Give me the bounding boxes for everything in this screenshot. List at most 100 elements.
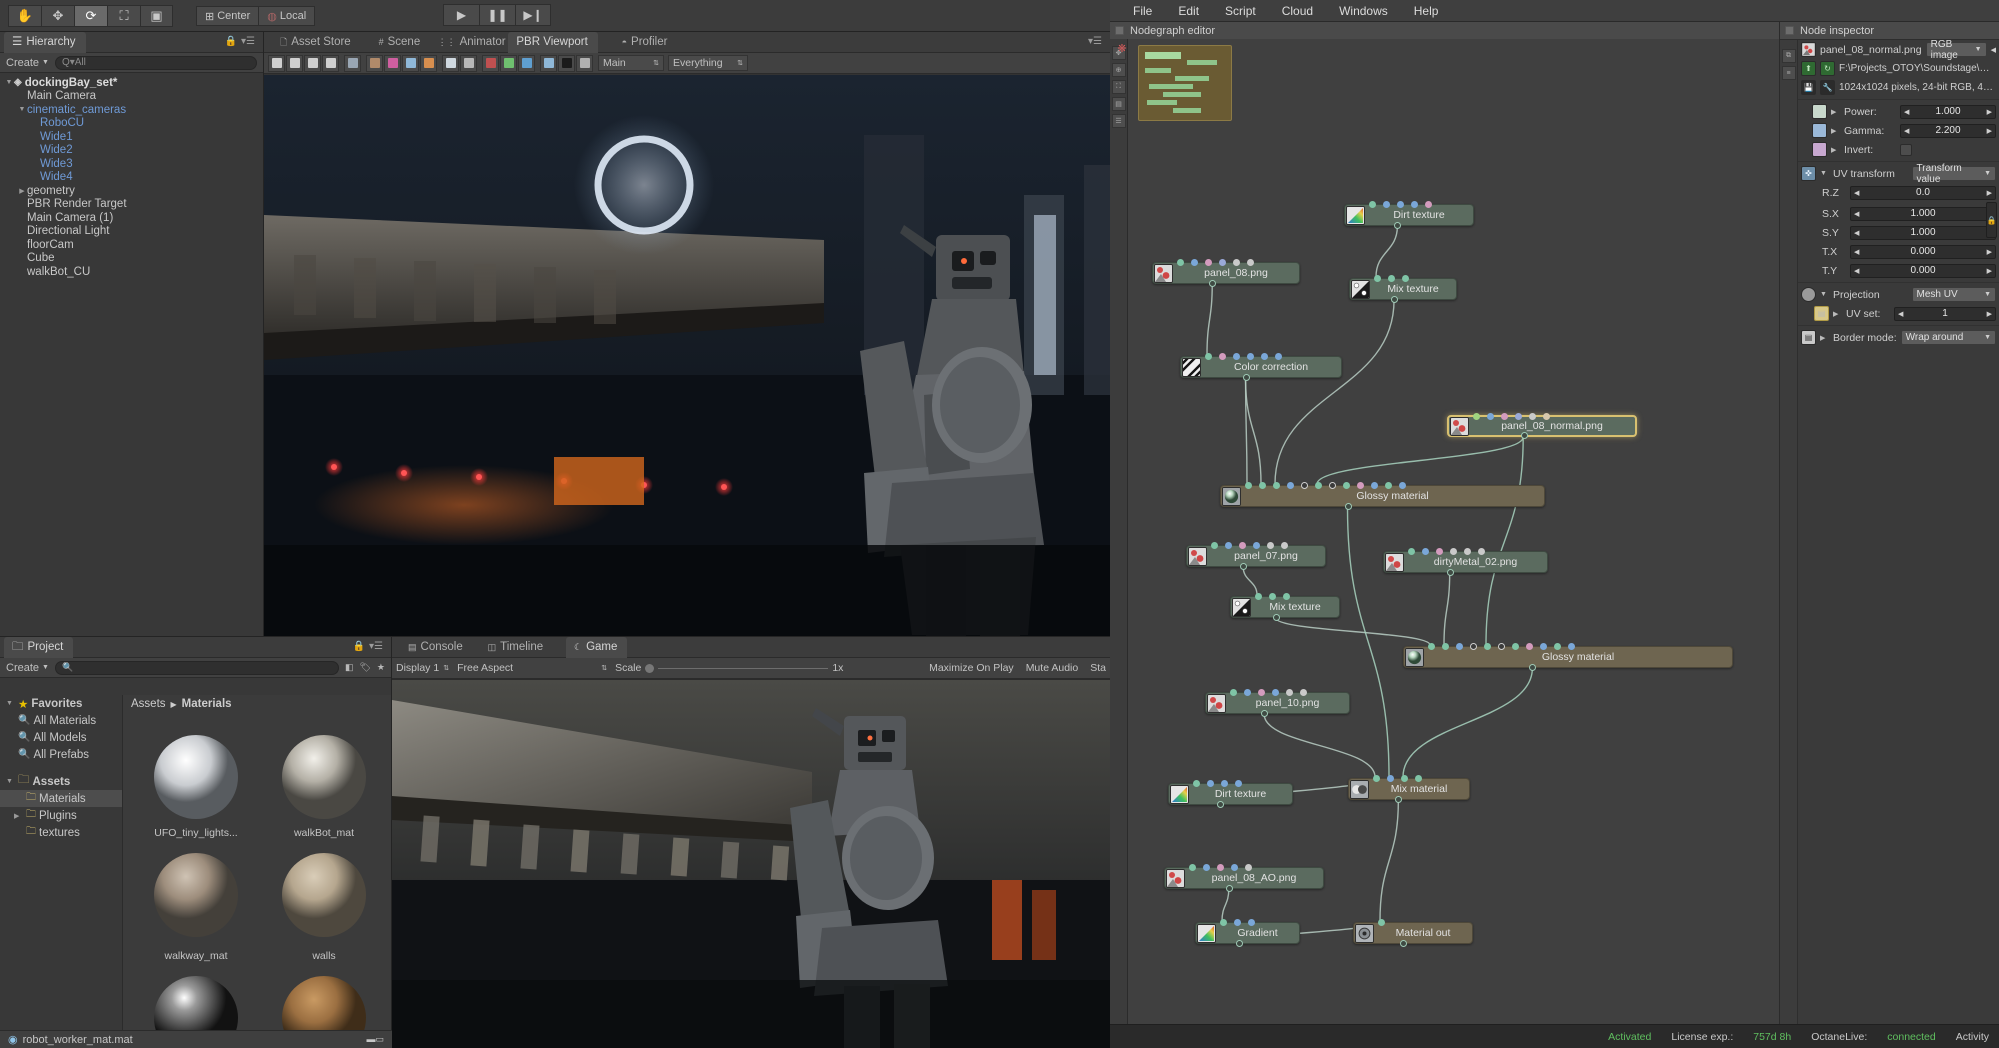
node-pin[interactable] (1450, 548, 1457, 555)
layer-dropdown[interactable]: Main ⇅ (598, 55, 664, 71)
asset-item[interactable]: walls (267, 842, 381, 965)
menu-cloud[interactable]: Cloud (1269, 0, 1326, 22)
node-pin[interactable] (1219, 353, 1226, 360)
uv-field-spinner[interactable]: ◀1.000▶ (1850, 206, 1996, 221)
node-dirt2[interactable]: Dirt texture (1168, 780, 1293, 808)
asset-item[interactable]: UFO_tiny_lights... (139, 719, 253, 842)
tab-profiler[interactable]: ◓ Profiler (614, 32, 678, 53)
increment-icon[interactable]: ▶ (1987, 248, 1992, 256)
node-pin[interactable] (1193, 780, 1200, 787)
grid2-icon[interactable] (460, 54, 477, 72)
uv-set-spinner[interactable]: ◀ 1 ▶ (1894, 306, 1996, 321)
pause-icon[interactable] (304, 54, 321, 72)
node-pin[interactable] (1287, 482, 1294, 489)
mute-audio-toggle[interactable]: Mute Audio (1026, 662, 1079, 674)
node-pin[interactable] (1501, 413, 1508, 420)
node-panel10[interactable]: panel_10.png (1205, 689, 1350, 717)
folder-item[interactable]: ▶ 🗀 Plugins (0, 807, 122, 824)
chevron-right-icon[interactable]: ▶ (14, 812, 23, 820)
node-pin[interactable] (1388, 275, 1395, 282)
node-output-port[interactable] (1446, 569, 1454, 576)
wrench-icon[interactable] (576, 54, 593, 72)
menu-help[interactable]: Help (1401, 0, 1452, 22)
param-spinner[interactable]: ◀ 2.200 ▶ (1900, 123, 1996, 138)
move-tool[interactable]: ✥ (41, 5, 74, 27)
node-pin[interactable] (1273, 482, 1280, 489)
hierarchy-item[interactable]: Wide2 (0, 144, 263, 158)
uv-field-spinner[interactable]: ◀ 0.0 ▶ (1850, 185, 1996, 200)
node-pin[interactable] (1231, 864, 1238, 871)
hierarchy-item[interactable]: walkBot_CU (0, 265, 263, 279)
node-output-port[interactable] (1242, 374, 1250, 381)
border-mode-dropdown[interactable]: Wrap around ▼ (1900, 330, 1996, 345)
node-pin[interactable] (1540, 643, 1547, 650)
lock-icon[interactable]: 🔒 (1986, 202, 1997, 238)
node-pin[interactable] (1329, 482, 1336, 489)
node-output-port[interactable] (1344, 503, 1352, 510)
light-icon[interactable] (402, 54, 419, 72)
pivot-space-button[interactable]: ◍ Local (259, 6, 316, 26)
assets-root[interactable]: ▼ 🗀 Assets (0, 773, 122, 790)
zoom-icon[interactable]: ⊕ (1111, 63, 1126, 77)
node-mixtex2[interactable]: Mix texture (1230, 593, 1340, 621)
create-button[interactable]: Create ▼ (6, 57, 49, 69)
tab-asset-store[interactable]: 🗋 Asset Store (272, 32, 361, 53)
node-pin[interactable] (1258, 689, 1265, 696)
node-panel08[interactable]: panel_08.png (1152, 259, 1300, 287)
step-button[interactable]: ▶❙ (515, 4, 551, 26)
hierarchy-item[interactable]: floorCam (0, 238, 263, 252)
tab-game[interactable]: ☾ Game (566, 637, 628, 658)
hierarchy-item[interactable]: Directional Light (0, 225, 263, 239)
increment-icon[interactable]: ▶ (1987, 310, 1992, 318)
scale-tool[interactable]: ⛶ (107, 5, 140, 27)
nodegraph-root-icon[interactable]: ❋ (1114, 41, 1130, 55)
hierarchy-item[interactable]: Cube (0, 252, 263, 266)
node-pin[interactable] (1283, 593, 1290, 600)
tab-console[interactable]: ▤ Console (400, 637, 473, 658)
stats-toggle[interactable]: Sta (1090, 662, 1106, 674)
display-dropdown[interactable]: Display 1 ⇅ (396, 662, 449, 674)
chevron-right-icon[interactable]: ▶ (1831, 146, 1840, 154)
node-pin[interactable] (1529, 413, 1536, 420)
param-checkbox[interactable] (1900, 143, 1912, 156)
chevron-down-icon[interactable]: ▼ (4, 79, 14, 86)
node-matout[interactable]: Material out (1353, 919, 1473, 947)
uv-transform-header[interactable]: ✜ ▼ UV transform Transform value ▼ (1798, 163, 1999, 185)
node-mixtex1[interactable]: Mix texture (1349, 275, 1457, 303)
more-icon[interactable]: ◀ (1991, 46, 1996, 54)
node-pin[interactable] (1221, 780, 1228, 787)
node-panel08n[interactable]: panel_08_normal.png (1447, 413, 1637, 439)
tab-pbr-viewport[interactable]: PBR Viewport (508, 32, 598, 53)
node-pin[interactable] (1402, 275, 1409, 282)
node-glossy1[interactable]: Glossy material (1220, 482, 1545, 510)
hierarchy-item[interactable]: ▶ geometry (0, 184, 263, 198)
project-create-button[interactable]: Create ▼ (6, 662, 49, 674)
node-pin[interactable] (1470, 643, 1477, 650)
node-pin[interactable] (1207, 780, 1214, 787)
node-mixmat[interactable]: Mix material (1348, 775, 1470, 803)
node-pin[interactable] (1442, 643, 1449, 650)
node-pin[interactable] (1387, 775, 1394, 782)
node-panel07[interactable]: panel_07.png (1186, 542, 1326, 570)
tab-animator[interactable]: ⋮⋮ Animator (430, 32, 516, 53)
hierarchy-item[interactable]: Wide3 (0, 157, 263, 171)
breadcrumb-assets[interactable]: Assets (131, 698, 166, 710)
fit-icon[interactable]: ⛶ (1111, 80, 1126, 94)
node-output-port[interactable] (1272, 614, 1280, 621)
pivot-center-button[interactable]: ⊞ Center (196, 6, 260, 26)
node-pin[interactable] (1211, 542, 1218, 549)
chevron-right-icon[interactable]: ▶ (1833, 310, 1842, 318)
node-pin[interactable] (1220, 919, 1227, 926)
node-pin[interactable] (1436, 548, 1443, 555)
tab-project[interactable]: 🗀 Project (4, 637, 74, 658)
node-pin[interactable] (1385, 482, 1392, 489)
node-pin[interactable] (1233, 353, 1240, 360)
node-pin[interactable] (1411, 201, 1418, 208)
node-colorcorr[interactable]: Color correction (1180, 353, 1342, 381)
hierarchy-item[interactable]: Main Camera (0, 90, 263, 104)
refresh-icon[interactable]: ↻ (1820, 61, 1835, 76)
filter-type-icon[interactable]: ◧ (345, 662, 354, 673)
hierarchy-item[interactable]: Wide4 (0, 171, 263, 185)
node-pin[interactable] (1205, 353, 1212, 360)
chevron-right-icon[interactable]: ▶ (1820, 334, 1829, 342)
